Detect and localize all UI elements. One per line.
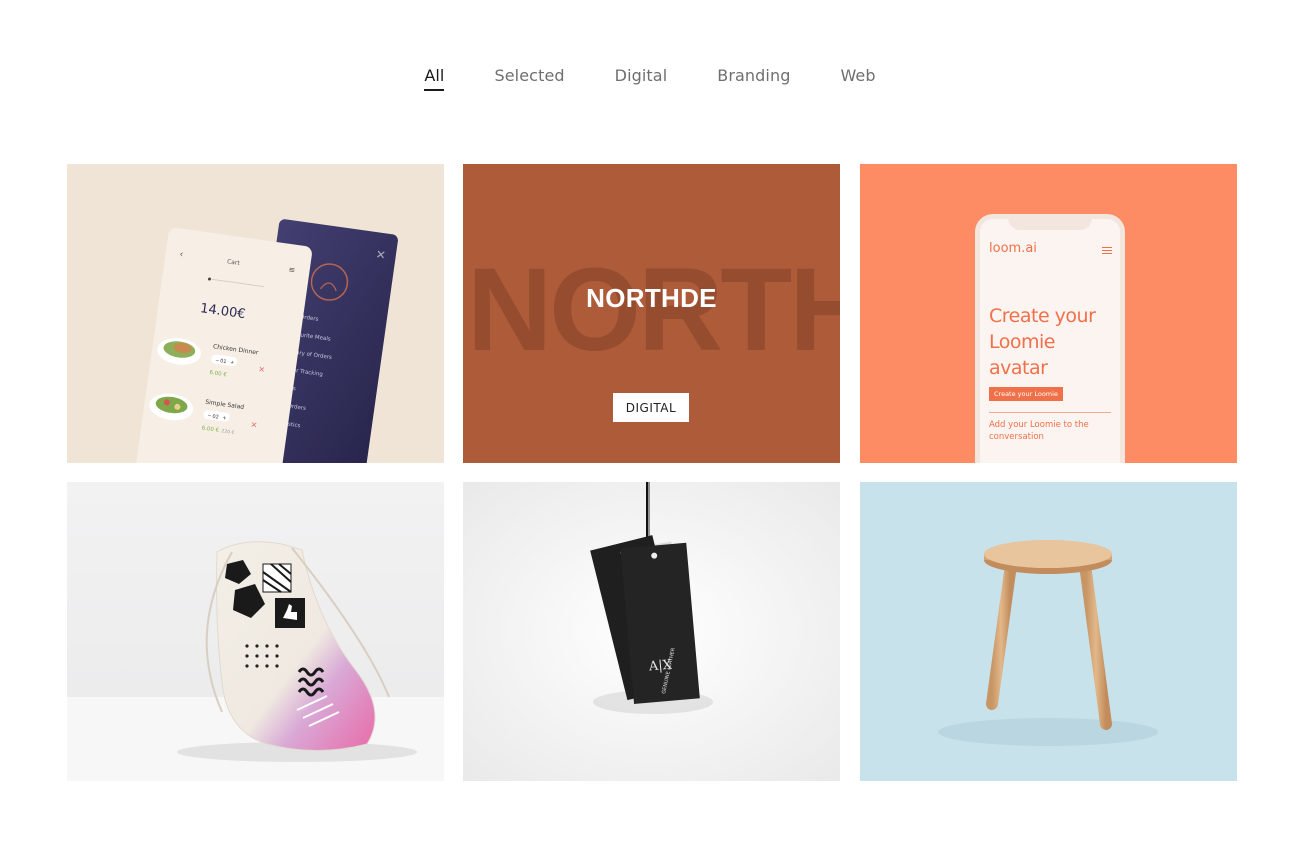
svg-text:✕: ✕ xyxy=(250,420,258,430)
phone-headline: Create your Loomie avatar xyxy=(989,305,1096,379)
loom-logo: loom.ai xyxy=(989,241,1037,256)
phone-cta-button: Create your Loomie xyxy=(989,387,1063,401)
svg-text:+: + xyxy=(230,360,235,367)
project-title: NORTHDE xyxy=(586,283,717,313)
food-app-mockup-image: ✕ My Orders Favourite Meals History of O… xyxy=(134,219,398,463)
svg-text:✕: ✕ xyxy=(258,365,266,375)
svg-text:+: + xyxy=(222,415,227,422)
portfolio-item-food-app[interactable]: ✕ My Orders Favourite Meals History of O… xyxy=(67,164,444,463)
phone-mockup: loom.ai Create your Loomie avatar Create… xyxy=(975,214,1125,463)
portfolio-item-hang-tag[interactable]: A|X GENUINE LEATHER xyxy=(463,482,840,781)
hang-tag-image: A|X GENUINE LEATHER xyxy=(590,482,713,714)
divider xyxy=(989,412,1111,413)
portfolio-item-loom-ai[interactable]: loom.ai Create your Loomie avatar Create… xyxy=(860,164,1237,463)
project-category-tag[interactable]: DIGITAL xyxy=(613,393,689,422)
portfolio-item-northde[interactable]: NORTHDE NORTHDE DIGITAL xyxy=(463,164,840,463)
filter-branding[interactable]: Branding xyxy=(717,66,790,90)
hamburger-menu-icon xyxy=(1102,247,1112,254)
portfolio-item-bag[interactable] xyxy=(67,482,444,781)
drawstring-bag-image xyxy=(67,541,444,781)
portfolio-item-stool[interactable] xyxy=(860,482,1237,781)
svg-text:01: 01 xyxy=(220,358,227,365)
portfolio-filter-nav: All Selected Digital Branding Web xyxy=(0,66,1300,91)
wooden-stool-image xyxy=(938,540,1158,746)
filter-all[interactable]: All xyxy=(424,66,445,91)
filter-web[interactable]: Web xyxy=(840,66,875,90)
svg-text:✕: ✕ xyxy=(375,247,387,262)
filter-selected[interactable]: Selected xyxy=(494,66,564,90)
phone-subtext: Add your Loomie to the conversation xyxy=(989,420,1089,442)
svg-text:02: 02 xyxy=(212,414,219,421)
filter-digital[interactable]: Digital xyxy=(615,66,668,90)
phone-notch xyxy=(1008,214,1092,230)
svg-text:≡: ≡ xyxy=(288,265,296,275)
